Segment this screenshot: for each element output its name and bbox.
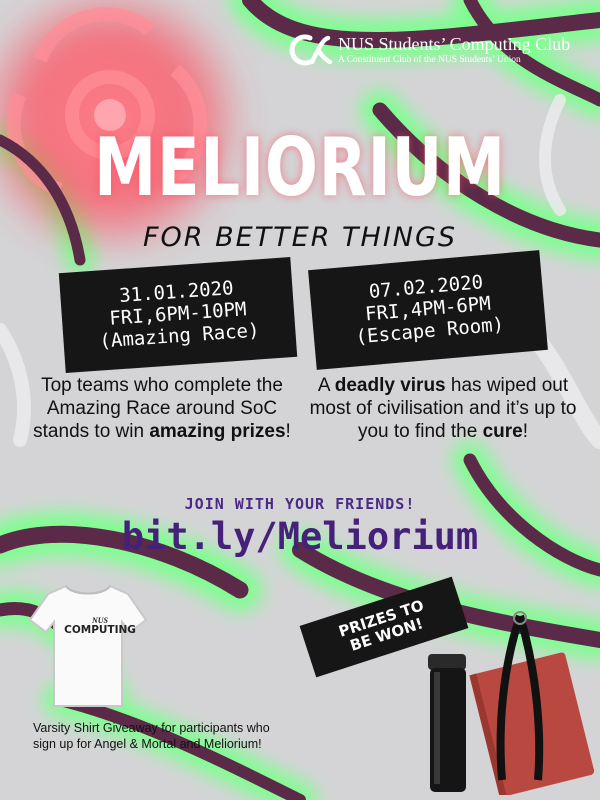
prize-items-image	[428, 611, 595, 795]
session-2-description: A deadly virus has wiped out most of civ…	[308, 374, 578, 443]
session-2-desc-end: !	[522, 421, 529, 442]
shirt-text-main: COMPUTING	[64, 624, 136, 636]
tshirt-image	[28, 584, 148, 707]
event-tagline: FOR BETTER THINGS	[142, 222, 458, 253]
shirt-caption: Varsity Shirt Giveaway for participants …	[33, 721, 270, 751]
session-2-desc-bold: deadly virus	[334, 375, 446, 396]
session-1-description: Top teams who complete the Amazing Race …	[27, 374, 297, 443]
signup-link[interactable]: bit.ly/Meliorium	[0, 515, 600, 558]
join-prompt: JOIN WITH YOUR FRIENDS!	[184, 495, 416, 513]
session-1-date-box: 31.01.2020 FRI,6PM-10PM (Amazing Race)	[58, 257, 298, 373]
poster: NUS Students’ Computing Club A Constitue…	[0, 0, 600, 800]
club-logo-icon	[289, 34, 333, 66]
session-2-desc-bold-2: cure	[482, 421, 523, 442]
session-1-desc-end: !	[285, 421, 291, 442]
club-header: NUS Students’ Computing Club A Constitue…	[288, 30, 588, 70]
club-name: NUS Students’ Computing Club	[338, 34, 571, 54]
session-1-desc-bold: amazing prizes	[149, 421, 286, 442]
session-2-desc-text: A	[317, 375, 335, 396]
event-title: MELIORIUM	[94, 121, 506, 214]
club-subtitle: A Constituent Club of the NUS Students’ …	[338, 55, 521, 65]
session-2-date-box: 07.02.2020 FRI,4PM-6PM (Escape Room)	[308, 250, 548, 370]
